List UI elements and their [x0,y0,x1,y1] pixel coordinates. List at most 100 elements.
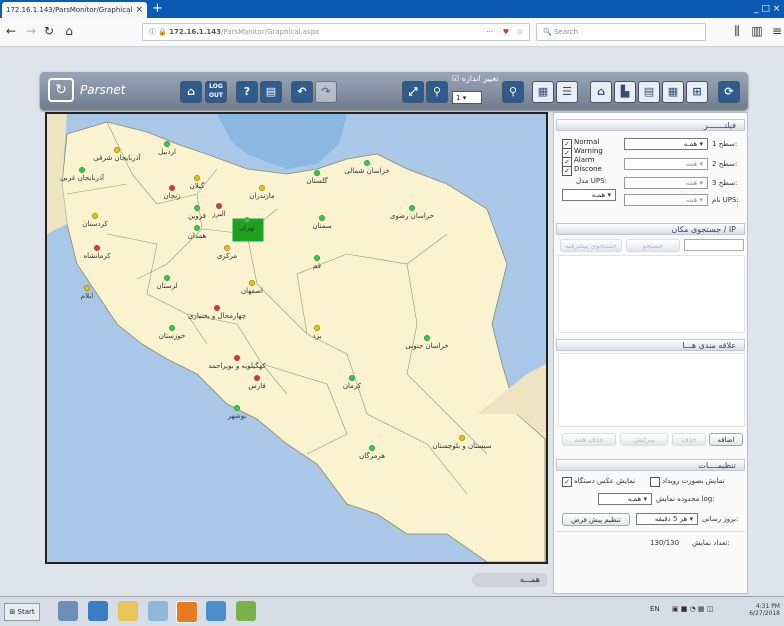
zoom-out-button[interactable]: ⚲ [426,81,448,103]
pocket-icon[interactable]: ♥ [503,24,509,40]
remove-favorite-button[interactable]: حذف [672,433,706,446]
tray-icons[interactable]: ▣ ■ ◔ ▦ ◫ [672,605,713,613]
url-bar[interactable]: ⓘ 🔒 172.16.1.143/ParsMonitor/Graphical.a… [142,23,530,41]
default-settings-button[interactable]: تنظیم پیش فرض [562,513,630,526]
province-status-marker[interactable] [113,147,120,154]
province-status-marker[interactable] [92,212,99,219]
province-status-marker[interactable] [168,324,175,331]
window-controls[interactable]: _ □ × [754,0,784,18]
bookmark-star-icon[interactable]: ☆ [517,24,523,40]
help-button[interactable]: ? [236,81,258,103]
level1-select[interactable]: همـه ▾ [624,138,708,150]
fit-screen-button[interactable]: ⤢ [402,81,424,103]
search-input[interactable] [684,239,744,251]
province-status-marker[interactable] [253,375,260,382]
advanced-search-button[interactable]: جستجوی پیشرفته [560,239,622,252]
undo-button[interactable]: ↶ [291,81,313,103]
tile-view-button[interactable]: ⊞ [686,81,708,103]
province-status-marker[interactable] [314,324,321,331]
province-status-marker[interactable] [84,284,91,291]
clear-favorites-button[interactable]: حذف همه [562,433,616,446]
province-status-marker[interactable] [94,244,101,251]
start-button[interactable]: ⊞ Start [4,603,40,621]
favorites-list[interactable] [558,353,745,427]
province-status-marker[interactable] [349,375,356,382]
update-interval-select[interactable]: هر 5 دقیقه ▾ [636,513,698,525]
log-range-select[interactable]: همـه ▾ [598,493,652,505]
new-tab-button[interactable]: + [152,0,166,18]
province-status-marker[interactable] [233,354,240,361]
province-status-marker[interactable] [163,274,170,281]
zoom-in-button[interactable]: ⚲ [502,81,524,103]
language-indicator[interactable]: EN [650,605,660,613]
logout-button[interactable]: LOG OUT [205,81,227,103]
province-status-marker[interactable] [193,175,200,182]
site-info-icon[interactable]: ⓘ 🔒 [149,28,167,36]
home-button[interactable]: ⌂ [180,81,202,103]
building-view-button[interactable]: ▙ [614,81,636,103]
explorer-app-icon[interactable] [118,601,138,621]
forward-icon[interactable]: → [24,24,38,38]
table-view-button[interactable]: ▤ [638,81,660,103]
ups-name-select[interactable]: همه ▾ [624,194,708,206]
menu-icon[interactable]: ≡ [770,24,784,38]
show-device-image-checkbox[interactable]: ✓ [562,477,572,487]
back-icon[interactable]: ← [4,24,18,38]
province-status-marker[interactable] [258,184,265,191]
province-status-marker[interactable] [163,141,170,148]
reload-icon[interactable]: ↻ [42,24,56,38]
province-status-marker[interactable] [213,304,220,311]
size-select[interactable]: 1 ▾ [452,91,482,104]
firefox-app-icon[interactable] [176,601,198,623]
map-filter-all[interactable]: همـــه [472,573,548,587]
province-status-marker[interactable] [215,202,222,209]
level2-select[interactable]: همه ▾ [624,158,708,170]
close-tab-icon[interactable]: × [135,2,143,18]
province-status-marker[interactable] [314,170,321,177]
tools-app-icon[interactable] [236,601,256,621]
province-status-marker[interactable] [168,184,175,191]
report-button[interactable]: ▤ [260,81,282,103]
size-checkbox-icon[interactable]: ☑ [452,74,459,83]
browser-tab[interactable]: 172.16.1.143/ParsMonitor/Graphical × [2,2,147,18]
iran-map[interactable]: آذربایجان شرقی اردبیل آذربایجان غربی زنجان گ… [45,112,548,564]
province-status-marker[interactable] [233,405,240,412]
site-view-button[interactable]: ⌂ [590,81,612,103]
page-actions-icon[interactable]: ··· [486,24,493,40]
home-icon[interactable]: ⌂ [62,24,76,38]
show-as-event-checkbox[interactable] [650,477,660,487]
browser-search-field[interactable]: 🔍 Search [536,23,706,41]
province-status-marker[interactable] [223,244,230,251]
province-status-marker[interactable] [369,445,376,452]
province-status-marker[interactable] [314,254,321,261]
calendar-app-icon[interactable] [148,601,168,621]
province-status-marker[interactable] [193,204,200,211]
search-results-list[interactable] [558,255,745,333]
province-status-marker[interactable] [243,216,250,223]
media-app-icon[interactable] [88,601,108,621]
detail-view-button[interactable]: ▦ [662,81,684,103]
network-app-icon[interactable] [58,601,78,621]
province-status-marker[interactable] [459,435,466,442]
province-status-marker[interactable] [424,334,431,341]
province-status-marker[interactable] [319,214,326,221]
disconnect-checkbox[interactable]: ✓ [562,166,572,176]
province-status-marker[interactable] [79,167,86,174]
redo-button[interactable]: ↷ [315,81,337,103]
refresh-button[interactable]: ⟳ [718,81,740,103]
level3-select[interactable]: همه ▾ [624,177,708,189]
system-clock[interactable]: 4:31 PM 6/27/2018 [740,603,780,617]
province-status-marker[interactable] [248,279,255,286]
list-view-button[interactable]: ☰ [556,81,578,103]
province-status-marker[interactable] [364,160,371,167]
library-icon[interactable]: ⫼ [730,24,744,38]
ups-model-select[interactable]: همـه ▾ [562,189,616,201]
province-status-marker[interactable] [193,224,200,231]
edit-favorite-button[interactable]: ویرایش [620,433,668,446]
grid-view-button[interactable]: ▦ [532,81,554,103]
province-status-marker[interactable] [409,204,416,211]
search-button[interactable]: جستجو [626,239,680,252]
sidebar-icon[interactable]: ▥ [750,24,764,38]
settings-app-icon[interactable] [206,601,226,621]
add-favorite-button[interactable]: اضافه [709,433,743,446]
